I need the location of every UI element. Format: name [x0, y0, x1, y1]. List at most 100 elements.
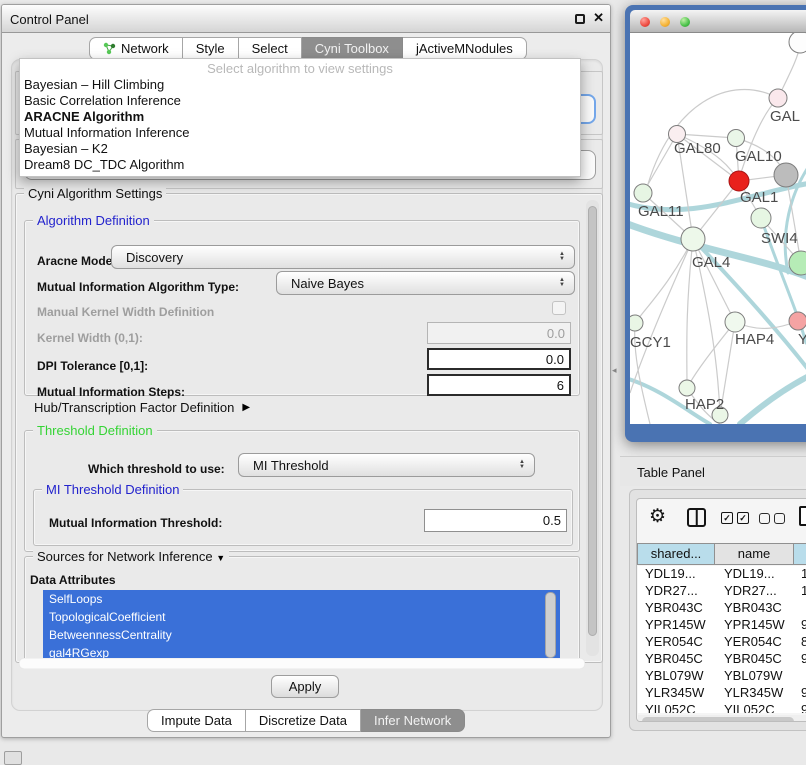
- close-icon[interactable]: ✕: [593, 10, 604, 26]
- manual-kernel-checkbox[interactable]: [552, 301, 566, 315]
- which-threshold-value: MI Threshold: [253, 458, 329, 473]
- algorithm-option[interactable]: Bayesian – K2: [20, 141, 580, 157]
- panel-collapse-icon[interactable]: ◂: [612, 365, 617, 376]
- minimize-traffic-icon[interactable]: [660, 17, 670, 27]
- bottom-tabbar: Impute Data Discretize Data Infer Networ…: [147, 709, 465, 732]
- table-row[interactable]: YPR145WYPR145W9.: [638, 617, 806, 634]
- cyni-algorithm-settings-group: Cyni Algorithm Settings Algorithm Defini…: [15, 193, 603, 663]
- node-swi4[interactable]: [751, 208, 771, 228]
- node-gal1-selected[interactable]: [729, 171, 749, 191]
- threshold-definition-group: Threshold Definition Which threshold to …: [24, 430, 580, 552]
- node-gal10[interactable]: [728, 130, 745, 147]
- network-view-window: GAL GAL80 GAL10 GAL1 GAL11 SWI4 GAL4 GCY…: [625, 5, 806, 442]
- select-all-icon[interactable]: ✓✓: [721, 512, 749, 524]
- minimized-panel-icon[interactable]: [4, 751, 22, 765]
- tab-select-label: Select: [252, 38, 288, 59]
- dpi-tolerance-label: DPI Tolerance [0,1]:: [37, 359, 148, 373]
- table-row[interactable]: YDL19...YDL19...13: [638, 566, 806, 583]
- table-row[interactable]: YLR345WYLR345W9.: [638, 685, 806, 702]
- tab-infer-network[interactable]: Infer Network: [361, 709, 465, 732]
- table-panel-titlebar: Table Panel: [620, 456, 806, 486]
- tab-network-label: Network: [121, 38, 169, 59]
- network-canvas[interactable]: GAL GAL80 GAL10 GAL1 GAL11 SWI4 GAL4 GCY…: [630, 33, 806, 424]
- attribute-item[interactable]: TopologicalCoefficient: [43, 608, 560, 626]
- node-label: GAL80: [674, 140, 721, 157]
- aracne-mode-value: Discovery: [126, 250, 183, 265]
- float-window-icon[interactable]: [575, 14, 585, 24]
- sources-title[interactable]: Sources for Network Inference ▼: [33, 549, 229, 564]
- algorithm-option-selected[interactable]: ARACNE Algorithm: [20, 109, 580, 125]
- tab-cyni-toolbox-label: Cyni Toolbox: [315, 38, 389, 59]
- horizontal-scroll-track[interactable]: [19, 658, 585, 669]
- new-table-icon[interactable]: [799, 506, 806, 526]
- node-gal[interactable]: [769, 89, 787, 107]
- mi-type-label: Mutual Information Algorithm Type:: [37, 280, 239, 294]
- column-header-name[interactable]: name: [715, 543, 794, 565]
- spinner-icon: ▲▼: [559, 252, 565, 262]
- column-header-shared-name[interactable]: shared...: [637, 543, 715, 565]
- hub-definition-toggle[interactable]: Hub/Transcription Factor Definition ▶: [34, 400, 250, 415]
- node-unlabeled[interactable]: [789, 33, 806, 53]
- table-row[interactable]: YBR043CYBR043C: [638, 600, 806, 617]
- algorithm-option[interactable]: Dream8 DC_TDC Algorithm: [20, 157, 580, 173]
- tab-style[interactable]: Style: [183, 37, 239, 60]
- tab-network[interactable]: Network: [89, 37, 183, 60]
- mi-type-combo[interactable]: Naive Bayes ▲▼: [276, 271, 575, 295]
- node-label: Y: [798, 331, 806, 348]
- settings-scrollbar[interactable]: [586, 200, 599, 656]
- mi-threshold-field[interactable]: 0.5: [424, 509, 567, 532]
- column-header-partial[interactable]: [794, 543, 806, 565]
- apply-button[interactable]: Apply: [271, 675, 339, 698]
- node-hap4[interactable]: [725, 312, 745, 332]
- table-panel-title: Table Panel: [637, 465, 705, 480]
- network-window-titlebar[interactable]: [630, 10, 806, 33]
- which-threshold-combo[interactable]: MI Threshold ▲▼: [238, 453, 535, 477]
- aracne-mode-label: Aracne Mode:: [37, 254, 116, 268]
- algorithm-option[interactable]: Basic Correlation Inference: [20, 93, 580, 109]
- node-gal11[interactable]: [634, 184, 652, 202]
- algorithm-option[interactable]: Bayesian – Hill Climbing: [20, 77, 580, 93]
- node-gcy1[interactable]: [630, 315, 643, 331]
- mi-threshold-label: Mutual Information Threshold:: [49, 516, 222, 530]
- hub-definition-label: Hub/Transcription Factor Definition: [34, 400, 234, 415]
- tab-cyni-toolbox[interactable]: Cyni Toolbox: [302, 37, 403, 60]
- dpi-tolerance-field[interactable]: 0.0: [427, 348, 571, 370]
- node-gray[interactable]: [774, 163, 798, 187]
- node-label: GAL1: [740, 189, 778, 206]
- table-row[interactable]: YBR045CYBR045C9.: [638, 651, 806, 668]
- attributes-scrollbar[interactable]: [545, 592, 556, 658]
- zoom-traffic-icon[interactable]: [680, 17, 690, 27]
- node-hap2[interactable]: [679, 380, 695, 396]
- tab-impute-data[interactable]: Impute Data: [147, 709, 246, 732]
- attribute-item[interactable]: SelfLoops: [43, 590, 560, 608]
- threshold-definition-title: Threshold Definition: [33, 423, 157, 438]
- spinner-icon: ▲▼: [519, 460, 525, 470]
- tab-discretize-data[interactable]: Discretize Data: [246, 709, 361, 732]
- deselect-all-icon[interactable]: [759, 513, 785, 524]
- table-hscrollbar[interactable]: [638, 715, 806, 722]
- table-row[interactable]: YIL052CYIL052C9.: [638, 702, 806, 713]
- gear-icon[interactable]: ⚙: [649, 505, 666, 528]
- algorithm-option[interactable]: Mutual Information Inference: [20, 125, 580, 141]
- mi-steps-field[interactable]: 6: [427, 374, 571, 396]
- tab-jactivemnodules[interactable]: jActiveMNodules: [403, 37, 527, 60]
- table-row[interactable]: YER054CYER054C8.: [638, 634, 806, 651]
- kernel-width-label: Kernel Width (0,1):: [37, 331, 143, 345]
- aracne-mode-combo[interactable]: Discovery ▲▼: [111, 245, 575, 269]
- node-gal4[interactable]: [681, 227, 705, 251]
- tab-style-label: Style: [196, 38, 225, 59]
- manual-kernel-label: Manual Kernel Width Definition: [37, 305, 214, 319]
- node-label: HAP4: [735, 331, 774, 348]
- table-row[interactable]: YDR27...YDR27...12: [638, 583, 806, 600]
- tab-select[interactable]: Select: [239, 37, 302, 60]
- tab-jactivemnodules-label: jActiveMNodules: [416, 38, 513, 59]
- node-label: GAL10: [735, 148, 782, 165]
- which-threshold-label: Which threshold to use:: [88, 462, 225, 476]
- algorithm-prompt: Select algorithm to view settings: [20, 60, 580, 77]
- kernel-width-field[interactable]: 0.0: [427, 322, 571, 344]
- attribute-item[interactable]: BetweennessCentrality: [43, 626, 560, 644]
- node-salmon[interactable]: [789, 312, 806, 330]
- table-row[interactable]: YBL079WYBL079W: [638, 668, 806, 685]
- column-layout-icon[interactable]: [687, 508, 706, 527]
- close-traffic-icon[interactable]: [640, 17, 650, 27]
